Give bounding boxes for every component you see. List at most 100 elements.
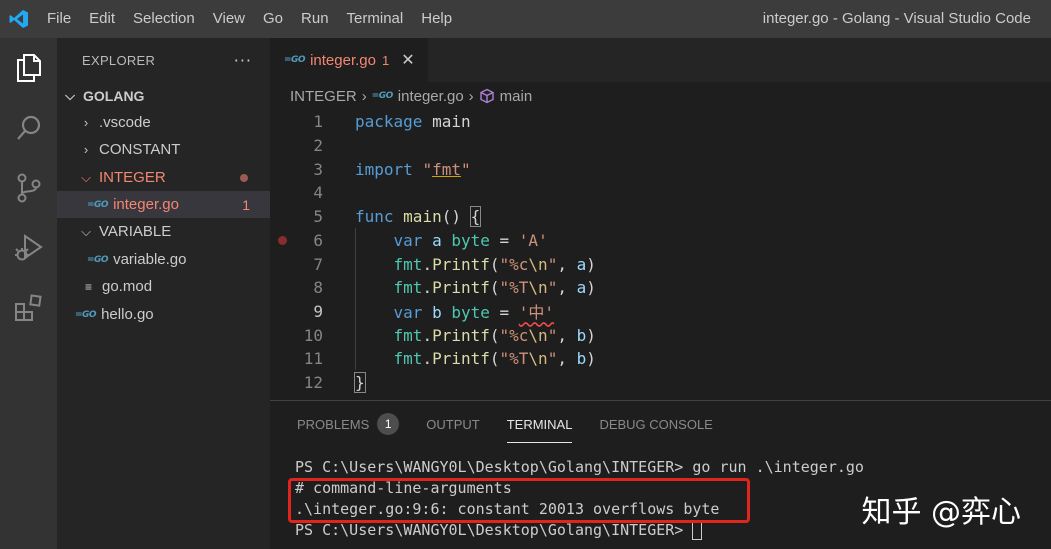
chevron-right-icon: ›: [468, 87, 474, 105]
tab-label: TERMINAL: [506, 416, 573, 432]
tree-item-label: variable.go: [113, 251, 187, 268]
menu-run[interactable]: Run: [292, 0, 338, 38]
tab-label: PROBLEMS: [297, 416, 370, 432]
tab-terminal[interactable]: TERMINAL: [506, 401, 573, 447]
code-text: var b byte = '中': [393, 303, 555, 323]
line-number: 11: [303, 349, 323, 369]
bottom-panel: PROBLEMS 1 OUTPUT TERMINAL DEBUG CONSOLE…: [270, 400, 1051, 549]
tab-problems[interactable]: PROBLEMS 1: [297, 401, 400, 447]
code-line-4: 4: [270, 181, 1051, 205]
breadcrumb-folder[interactable]: INTEGER: [290, 88, 357, 105]
tab-label: integer.go: [310, 51, 376, 69]
window-title: integer.go - Golang - Visual Studio Code: [762, 10, 1031, 27]
tree-item-label: go.mod: [102, 278, 153, 295]
vscode-logo-icon: [0, 0, 38, 38]
line-number: 3: [313, 159, 323, 179]
tree-item-integer[interactable]: ⌵ INTEGER: [57, 164, 270, 191]
title-bar: File Edit Selection View Go Run Terminal…: [0, 0, 1051, 38]
watermark: 知乎 @弈心: [861, 495, 1021, 530]
go-file-icon: =GO: [75, 309, 97, 320]
panel-tabs: PROBLEMS 1 OUTPUT TERMINAL DEBUG CONSOLE: [270, 401, 740, 447]
explorer-sidebar: EXPLORER ··· ⌵ GOLANG › .vscode › CONSTA…: [57, 38, 270, 549]
search-icon[interactable]: [0, 98, 57, 158]
tab-integer-go[interactable]: =GO integer.go 1 ✕: [270, 38, 428, 82]
error-dot-icon: [240, 173, 248, 182]
tab-label: DEBUG CONSOLE: [599, 416, 713, 432]
more-actions-icon[interactable]: ···: [234, 51, 252, 70]
tree-item-variable-go[interactable]: =GO variable.go: [57, 246, 270, 273]
chevron-down-icon: ⌵: [65, 87, 75, 103]
terminal-prompt-line: PS C:\Users\WANGY0L\Desktop\Golang\INTEG…: [295, 520, 864, 541]
tree-item-integer-go[interactable]: =GO integer.go 1: [57, 191, 270, 218]
tab-label: OUTPUT: [426, 416, 480, 432]
menu-view[interactable]: View: [204, 0, 254, 38]
line-number: 1: [313, 112, 323, 132]
code-line-1: 1 package main: [270, 110, 1051, 134]
tree-item-label: .vscode: [99, 114, 151, 131]
breadcrumb-file[interactable]: integer.go: [398, 88, 464, 105]
go-file-icon: =GO: [87, 199, 109, 210]
terminal-line: PS C:\Users\WANGY0L\Desktop\Golang\INTEG…: [295, 458, 864, 476]
breadcrumb-symbol[interactable]: main: [500, 88, 533, 105]
extensions-icon[interactable]: [0, 278, 57, 338]
menu-terminal[interactable]: Terminal: [338, 0, 413, 38]
tree-item-variable[interactable]: ⌵ VARIABLE: [57, 218, 270, 245]
chevron-down-icon: ⌵: [81, 223, 91, 239]
code-text: func main() {: [355, 206, 482, 228]
menu-help[interactable]: Help: [412, 0, 461, 38]
chevron-down-icon: ⌵: [81, 169, 91, 185]
line-number: 7: [313, 254, 323, 274]
explorer-root-golang[interactable]: ⌵ GOLANG: [57, 82, 270, 109]
terminal-cursor: [692, 521, 703, 540]
line-number: 10: [303, 325, 323, 345]
line-number: 4: [313, 183, 323, 203]
files-icon[interactable]: [0, 38, 57, 98]
code-line-3: 3 import "fmt": [270, 157, 1051, 181]
menu-edit[interactable]: Edit: [80, 0, 124, 38]
code-editor[interactable]: 1 package main 2 3 import "fmt" 4 5 func…: [270, 110, 1051, 398]
code-line-11: 11 fmt.Printf("%T\n", b): [270, 347, 1051, 371]
menu-go[interactable]: Go: [254, 0, 292, 38]
go-file-icon: =GO: [371, 91, 394, 101]
tree-item-go-mod[interactable]: ≡ go.mod: [57, 273, 270, 300]
tree-item-label: VARIABLE: [99, 223, 172, 240]
tab-debug-console[interactable]: DEBUG CONSOLE: [599, 401, 712, 447]
code-line-12: 12 }: [270, 371, 1051, 395]
tree-item-label: integer.go: [113, 196, 179, 213]
code-line-10: 10 fmt.Printf("%c\n", b): [270, 323, 1051, 347]
close-icon[interactable]: ✕: [401, 50, 414, 70]
menu-file[interactable]: File: [38, 0, 80, 38]
cube-icon: [479, 88, 495, 104]
tree-item-constant[interactable]: › CONSTANT: [57, 136, 270, 163]
tree-item-hello-go[interactable]: =GO hello.go: [57, 301, 270, 328]
line-number: 12: [303, 373, 323, 393]
line-number: 9: [313, 301, 323, 321]
code-line-9: 9 var b byte = '中': [270, 300, 1051, 324]
tree-item-vscode[interactable]: › .vscode: [57, 109, 270, 136]
activity-bar: [0, 38, 57, 549]
tree-item-label: INTEGER: [99, 169, 166, 186]
code-text: import "fmt": [355, 159, 471, 179]
tree-item-label: CONSTANT: [99, 141, 181, 158]
code-line-5: 5 func main() {: [270, 205, 1051, 229]
tab-problem-badge: 1: [381, 52, 390, 68]
go-file-icon: =GO: [87, 254, 109, 265]
tree-item-label: hello.go: [101, 306, 154, 323]
line-number: 2: [313, 136, 323, 156]
menu-bar: File Edit Selection View Go Run Terminal…: [38, 0, 461, 38]
code-line-6: 6 var a byte = 'A': [270, 229, 1051, 253]
code-line-8: 8 fmt.Printf("%T\n", a): [270, 276, 1051, 300]
explorer-header: EXPLORER ···: [57, 38, 270, 82]
terminal-line: PS C:\Users\WANGY0L\Desktop\Golang\INTEG…: [295, 521, 693, 539]
code-text: fmt.Printf("%c\n", a): [393, 254, 596, 274]
code-text: }: [354, 372, 366, 394]
code-text: var a byte = 'A': [393, 230, 548, 250]
chevron-right-icon: ›: [83, 115, 89, 130]
chevron-right-icon: ›: [361, 87, 367, 105]
source-control-icon[interactable]: [0, 158, 57, 218]
root-label: GOLANG: [83, 87, 145, 104]
tab-output[interactable]: OUTPUT: [426, 401, 479, 447]
menu-selection[interactable]: Selection: [124, 0, 204, 38]
explorer-title: EXPLORER: [82, 52, 156, 68]
run-debug-icon[interactable]: [0, 218, 57, 278]
